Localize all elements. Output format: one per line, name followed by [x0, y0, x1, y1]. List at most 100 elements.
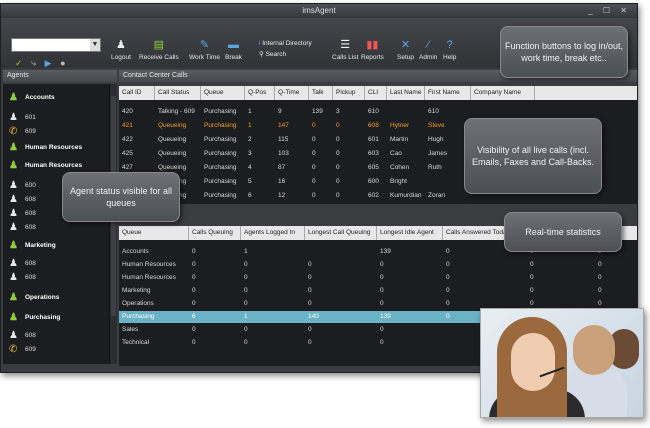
- call-cell: 0: [336, 178, 340, 185]
- agent-icon: ♟: [9, 330, 18, 341]
- call-center-photo: [480, 308, 644, 418]
- transfer-icon[interactable]: ⤷: [31, 58, 36, 68]
- group-icon: ♟: [9, 160, 18, 171]
- call-cell: 147: [278, 122, 289, 129]
- agent-label: 609: [25, 346, 36, 353]
- stats-cell: 0: [446, 274, 450, 281]
- stats-column-header[interactable]: Calls Queuing: [189, 226, 241, 240]
- stats-row[interactable]: Marketing 0 0 0 0 0 0 0: [119, 285, 637, 297]
- stats-cell: [443, 337, 446, 349]
- stats-cell: 0: [192, 261, 196, 268]
- stats-cell: Purchasing: [122, 313, 155, 320]
- stats-row[interactable]: Human Resources 0 0 0 0 0 0 0: [119, 259, 637, 271]
- logout-button[interactable]: ♟ Logout: [111, 38, 131, 61]
- stats-cell: 0: [244, 300, 248, 307]
- status-dropdown[interactable]: ▼: [11, 38, 101, 52]
- directory-panel: i Internal Directory ⚲ Search: [259, 38, 312, 60]
- column-header[interactable]: Company Name: [471, 86, 535, 100]
- receive-calls-button[interactable]: ▤ Receive Calls: [139, 38, 179, 61]
- call-cell: 605: [368, 164, 379, 171]
- agent-label: 608: [25, 196, 36, 203]
- call-cell: Queueing: [158, 150, 187, 157]
- logout-icon: ♟: [116, 39, 126, 51]
- call-cell: Steve: [428, 122, 445, 129]
- window-title: imsAgent: [302, 6, 336, 15]
- work-time-button[interactable]: ✎ Work Time: [189, 38, 220, 61]
- stats-cell: 0: [530, 261, 534, 268]
- call-cell: 0: [312, 150, 316, 157]
- callout-agent-status: Agent status visible for all queues: [62, 172, 180, 222]
- call-cell: 16: [278, 178, 286, 185]
- agents-scrollbar[interactable]: [109, 84, 117, 364]
- column-header[interactable]: Pickup: [333, 86, 365, 100]
- column-header[interactable]: Last Name: [387, 86, 425, 100]
- calls-list-button[interactable]: ☰ Calls List: [332, 38, 358, 61]
- agent-label: Operations: [25, 294, 60, 301]
- title-bar: imsAgent _ ☐ ✕: [1, 4, 637, 18]
- stats-cell: 0: [598, 287, 602, 294]
- call-cell: 0: [312, 136, 316, 143]
- call-cell: Cao: [390, 150, 402, 157]
- window-controls[interactable]: _ ☐ ✕: [588, 4, 631, 18]
- stats-column-header[interactable]: Agents Logged In: [241, 226, 305, 240]
- call-cell: Zoran: [428, 192, 445, 199]
- call-cell: 0: [312, 164, 316, 171]
- stats-cell: 0: [446, 248, 450, 255]
- stats-cell: 0: [446, 300, 450, 307]
- phone-icon[interactable]: ✓: [15, 58, 23, 68]
- stats-cell: 0: [598, 274, 602, 281]
- column-header[interactable]: Queue: [201, 86, 245, 100]
- call-cell: James: [428, 150, 448, 157]
- help-icon: ?: [446, 39, 453, 51]
- agent-label: 608: [25, 274, 36, 281]
- setup-button[interactable]: ✕ Setup: [397, 38, 414, 61]
- stats-cell: 0: [308, 326, 312, 333]
- stats-cell: 0: [380, 261, 384, 268]
- admin-button[interactable]: ⁄ Admin: [419, 38, 437, 61]
- call-cell: 603: [368, 150, 379, 157]
- group-icon: ♟: [9, 142, 18, 153]
- stats-column-header[interactable]: Queue: [119, 226, 189, 240]
- agent-icon: ♟: [9, 194, 18, 205]
- column-header[interactable]: Call ID: [119, 86, 155, 100]
- break-button[interactable]: ▬ Break: [225, 38, 242, 61]
- callout-function-buttons: Function buttons to log in/out, work tim…: [500, 26, 628, 78]
- record-icon[interactable]: ●: [60, 58, 65, 68]
- call-cell: Purchasing: [204, 192, 237, 199]
- agent-label: 600: [25, 182, 36, 189]
- agent-label: 608: [25, 210, 36, 217]
- search-link[interactable]: ⚲ Search: [259, 49, 312, 60]
- chevron-down-icon[interactable]: ▼: [90, 39, 100, 51]
- reports-button[interactable]: ▮▮ Reports: [361, 38, 384, 61]
- call-cell: 421: [122, 122, 133, 129]
- help-button[interactable]: ? Help: [443, 38, 456, 61]
- call-cell: 600: [368, 178, 379, 185]
- column-header[interactable]: CLI: [365, 86, 387, 100]
- stats-column-header[interactable]: Longest Call Queuing: [305, 226, 377, 240]
- column-header[interactable]: Q-Time: [275, 86, 309, 100]
- agent-icon: ♟: [9, 112, 18, 123]
- stats-cell: Human Resources: [122, 274, 176, 281]
- stats-cell: 139: [380, 313, 391, 320]
- call-cell: Purchasing: [204, 108, 237, 115]
- call-cell: 87: [278, 164, 286, 171]
- stats-cell: 0: [308, 287, 312, 294]
- call-cell: 422: [122, 136, 133, 143]
- internal-directory-link[interactable]: i Internal Directory: [259, 38, 312, 49]
- play-icon[interactable]: ▶: [45, 58, 52, 68]
- agent-label: 608: [25, 260, 36, 267]
- stats-column-header[interactable]: Longest Idle Agent: [377, 226, 443, 240]
- group-icon: ♟: [9, 240, 18, 251]
- call-cell: 3: [248, 150, 252, 157]
- agent-icon: ♟: [9, 180, 18, 191]
- callout-realtime-stats: Real-time statistics: [504, 212, 622, 252]
- stats-cell: 0: [192, 274, 196, 281]
- agents-panel-title: Agents: [3, 70, 117, 82]
- call-row[interactable]: 420 Talking - 609 Purchasing 1 9 139 3 610 610: [119, 106, 637, 117]
- stats-cell: 0: [244, 339, 248, 346]
- column-header[interactable]: Q-Pos: [245, 86, 275, 100]
- column-header[interactable]: Talk: [309, 86, 333, 100]
- column-header[interactable]: First Name: [425, 86, 471, 100]
- stats-row[interactable]: Human Resources 0 0 0 0 0 0 0: [119, 272, 637, 284]
- column-header[interactable]: Call Status: [155, 86, 201, 100]
